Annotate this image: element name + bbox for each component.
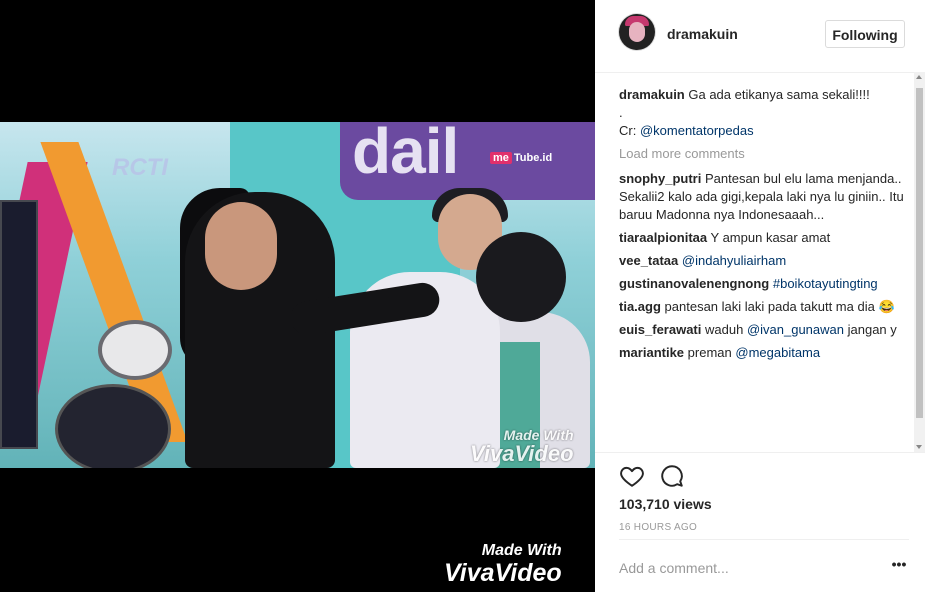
- caption-dot: .: [619, 105, 623, 120]
- scroll-down-arrow-icon[interactable]: [916, 445, 922, 449]
- caption-username[interactable]: dramakuin: [619, 87, 685, 102]
- stage-backdrop-text: dail: [352, 122, 459, 187]
- channel-logo: me Tube.id: [490, 152, 552, 164]
- comment-input[interactable]: [619, 558, 879, 578]
- comment-username[interactable]: tiaraalpionitaa: [619, 230, 707, 245]
- list-item: mariantike preman @megabitama: [619, 344, 909, 362]
- vivavideo-watermark: Made With VivaVideo: [444, 542, 562, 587]
- caption: dramakuin Ga ada etikanya sama sekali!!!…: [619, 86, 909, 140]
- post-header: dramakuin Following: [595, 0, 925, 73]
- comment-mention[interactable]: @indahyuliairham: [682, 253, 786, 268]
- heart-icon[interactable]: [619, 463, 645, 489]
- comment-username[interactable]: vee_tataa: [619, 253, 678, 268]
- list-item: gustinanovalenengnong #boikotayutingting: [619, 275, 909, 293]
- credit-prefix: Cr:: [619, 123, 640, 138]
- comment-hashtag[interactable]: #boikotayutingting: [773, 276, 878, 291]
- comment-mention[interactable]: @megabitama: [735, 345, 820, 360]
- list-item: euis_ferawati waduh @ivan_gunawan jangan…: [619, 321, 909, 339]
- comment-text-after: jangan y: [847, 322, 897, 337]
- station-logo: RCTI: [112, 154, 168, 181]
- more-options-icon[interactable]: •••: [889, 557, 909, 576]
- list-item: tia.agg pantesan laki laki pada takutt m…: [619, 298, 909, 316]
- post-timestamp[interactable]: 16 HOURS AGO: [619, 522, 697, 533]
- post-username[interactable]: dramakuin: [667, 26, 738, 42]
- list-item: snophy_putri Pantesan bul elu lama menja…: [619, 170, 909, 224]
- comments-list[interactable]: dramakuin Ga ada etikanya sama sekali!!!…: [619, 86, 909, 452]
- comments-scrollbar[interactable]: [914, 72, 925, 452]
- scrollbar-thumb[interactable]: [916, 88, 923, 418]
- comment-text: Y ampun kasar amat: [710, 230, 831, 245]
- comment-username[interactable]: gustinanovalenengnong: [619, 276, 769, 291]
- avatar[interactable]: [619, 14, 655, 50]
- comment-username[interactable]: euis_ferawati: [619, 322, 701, 337]
- inner-watermark: Made With VivaVideo: [470, 427, 574, 466]
- view-count[interactable]: 103,710 views: [619, 496, 712, 512]
- post-sidebar: dramakuin Following dramakuin Ga ada eti…: [595, 0, 925, 592]
- comment-username[interactable]: tia.agg: [619, 299, 661, 314]
- comment-text: waduh: [705, 322, 744, 337]
- comment-mention[interactable]: @ivan_gunawan: [747, 322, 844, 337]
- comment-username[interactable]: mariantike: [619, 345, 684, 360]
- caption-text: Ga ada etikanya sama sekali!!!!: [688, 87, 870, 102]
- add-comment-section: •••: [619, 539, 909, 594]
- post-actions: 103,710 views 16 HOURS AGO •••: [595, 452, 925, 593]
- load-more-comments[interactable]: Load more comments: [619, 145, 909, 163]
- video-frame: dail RCTI me Tube.id: [0, 122, 595, 468]
- credit-mention[interactable]: @komentatorpedas: [640, 123, 754, 138]
- comment-bubble-icon[interactable]: [659, 463, 685, 489]
- comment-username[interactable]: snophy_putri: [619, 171, 701, 186]
- comment-text: preman: [687, 345, 732, 360]
- video-player[interactable]: dail RCTI me Tube.id Made With VivaVideo …: [0, 0, 595, 592]
- comment-text: pantesan laki laki pada takutt ma dia 😂: [664, 299, 895, 314]
- scroll-up-arrow-icon[interactable]: [916, 75, 922, 79]
- following-button[interactable]: Following: [825, 20, 905, 48]
- list-item: vee_tataa @indahyuliairham: [619, 252, 909, 270]
- list-item: tiaraalpionitaa Y ampun kasar amat: [619, 229, 909, 247]
